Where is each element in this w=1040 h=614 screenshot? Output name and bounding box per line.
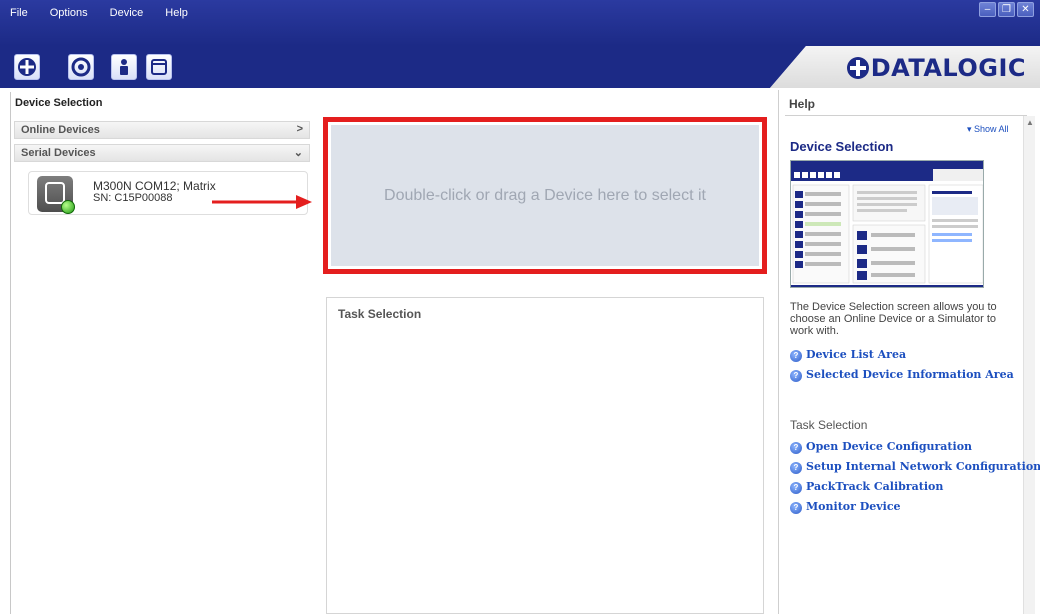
red-arrow-icon xyxy=(212,195,312,209)
serial-devices-row[interactable]: Serial Devices ⌄ xyxy=(14,144,310,162)
task-selection-title: Task Selection xyxy=(338,307,422,321)
task-selection-panel: Task Selection xyxy=(326,297,764,614)
device-serial: SN: C15P00088 xyxy=(93,192,173,204)
help-link-open-device-configuration[interactable]: ? Open Device Configuration xyxy=(790,440,972,454)
online-status-icon xyxy=(61,200,75,214)
help-question-icon: ? xyxy=(790,370,802,382)
device-name: M300N COM12; Matrix xyxy=(93,179,216,193)
help-question-icon: ? xyxy=(790,350,802,362)
menu: File Options Device Help xyxy=(0,4,199,22)
window-button[interactable] xyxy=(146,54,172,80)
help-task-heading: Task Selection xyxy=(790,418,868,432)
datalogic-mark-icon xyxy=(846,57,869,79)
minimize-icon[interactable]: – xyxy=(979,2,996,17)
online-devices-row[interactable]: Online Devices > xyxy=(14,121,310,139)
help-title: Help xyxy=(789,97,816,111)
window-icon xyxy=(151,59,167,75)
device-selection-icon xyxy=(18,58,36,76)
configuration-icon xyxy=(71,57,91,77)
help-link-device-list-area[interactable]: ? Device List Area xyxy=(790,348,906,362)
restore-icon[interactable]: ❐ xyxy=(998,2,1015,17)
help-link-packtrack[interactable]: ? PackTrack Calibration xyxy=(790,480,943,494)
device-icon xyxy=(37,176,75,214)
show-all-link[interactable]: ▾ Show All xyxy=(967,124,1009,135)
chevron-right-icon: > xyxy=(296,123,303,135)
help-scrollbar[interactable]: ▲ xyxy=(1023,116,1035,614)
device-panel-title: Device Selection xyxy=(15,97,103,109)
help-link-monitor-device[interactable]: ? Monitor Device xyxy=(790,500,901,514)
menu-device[interactable]: Device xyxy=(99,4,155,22)
help-section-title: Device Selection xyxy=(790,139,894,154)
help-screenshot-thumbnail xyxy=(790,160,984,288)
help-link-setup-network[interactable]: ? Setup Internal Network Configuration xyxy=(790,460,1040,474)
help-panel: Help ▲ ▾ Show All Device Selection The D… xyxy=(778,90,1040,614)
menu-file[interactable]: File xyxy=(0,4,39,22)
datalogic-logo: DATALOGIC xyxy=(846,54,1026,82)
window-controls: – ❐ ✕ xyxy=(979,2,1034,17)
configuration-button[interactable] xyxy=(68,54,94,80)
help-question-icon: ? xyxy=(790,502,802,514)
device-dropzone[interactable]: Double-click or drag a Device here to se… xyxy=(323,117,767,274)
menu-options[interactable]: Options xyxy=(39,4,99,22)
chevron-down-icon: ⌄ xyxy=(293,147,303,159)
scroll-up-icon[interactable]: ▲ xyxy=(1026,118,1034,127)
help-question-icon: ? xyxy=(790,482,802,494)
info-icon xyxy=(120,59,128,75)
help-question-icon: ? xyxy=(790,462,802,474)
help-link-selected-device-info[interactable]: ? Selected Device Information Area xyxy=(790,368,1014,382)
menu-bar: File Options Device Help – ❐ ✕ xyxy=(0,0,1040,46)
toolbar: DATALOGIC xyxy=(0,46,1040,88)
device-selection-button[interactable] xyxy=(14,54,40,80)
close-icon[interactable]: ✕ xyxy=(1017,2,1034,17)
menu-help[interactable]: Help xyxy=(154,4,199,22)
info-button[interactable] xyxy=(111,54,137,80)
help-question-icon: ? xyxy=(790,442,802,454)
help-description: The Device Selection screen allows you t… xyxy=(790,301,997,337)
